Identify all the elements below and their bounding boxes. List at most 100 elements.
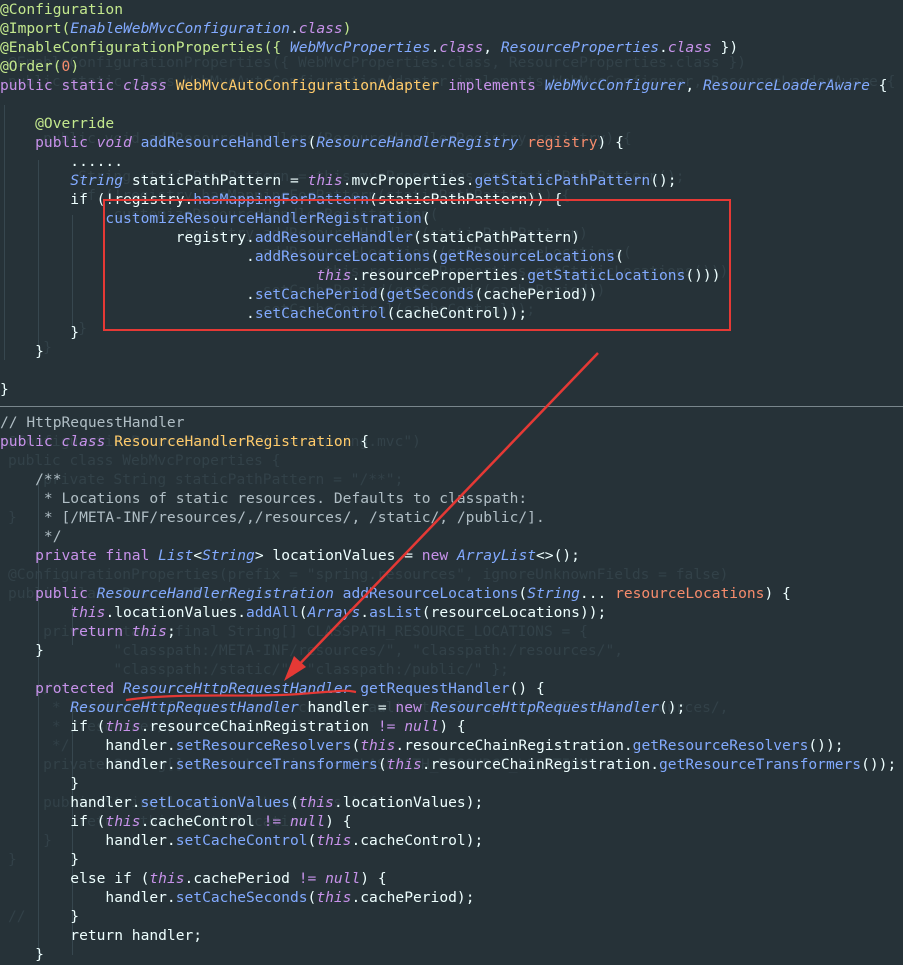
code-line[interactable]: } — [0, 342, 44, 361]
code-line[interactable]: @Import(EnableWebMvcConfiguration.class) — [0, 19, 351, 38]
code-token: this — [298, 794, 334, 811]
code-line[interactable]: handler.setResourceTransformers(this.res… — [0, 755, 896, 774]
code-token: public static — [0, 77, 124, 94]
code-token: ResourceLoaderAware — [702, 77, 879, 94]
code-token: new — [395, 699, 431, 716]
code-line[interactable]: } — [0, 945, 44, 964]
code-token: if ( — [0, 813, 106, 830]
code-token: return handler; — [0, 927, 203, 944]
code-line[interactable]: } — [0, 641, 44, 660]
code-token: null — [325, 870, 361, 887]
code-line[interactable]: if (this.cacheControl != null) { — [0, 812, 351, 831]
code-line[interactable]: ResourceHttpRequestHandler handler = new… — [0, 698, 685, 717]
code-token: ) { — [439, 718, 466, 735]
code-token: setResourceTransformers — [175, 756, 378, 773]
code-token: void — [96, 134, 141, 151]
code-line[interactable]: return this; — [0, 622, 175, 641]
code-token: List — [158, 547, 194, 564]
code-token: handler. — [0, 889, 176, 906]
code-token: registry — [527, 134, 598, 151]
code-token: } — [0, 908, 80, 925]
code-token: staticPathPattern = — [131, 172, 308, 189]
code-line[interactable]: protected ResourceHttpRequestHandler get… — [0, 679, 545, 698]
pane-divider — [0, 406, 903, 407]
code-line[interactable]: public static class WebMvcAutoConfigurat… — [0, 76, 887, 95]
code-token: .locationValues); — [333, 794, 484, 811]
code-token: ResourceHttpRequestHandler — [123, 680, 352, 697]
code-line[interactable]: ...... — [0, 152, 123, 171]
code-token: (resourceLocations)); — [421, 604, 607, 621]
code-token: return — [0, 623, 132, 640]
code-line[interactable]: * Locations of static resources. Default… — [0, 489, 527, 508]
code-token: EnableWebMvcConfiguration — [70, 20, 290, 37]
code-token: null — [404, 718, 440, 735]
code-token: } — [0, 851, 80, 868]
ghost-line: private String staticPathPattern = "/**"… — [8, 471, 404, 488]
code-line[interactable]: handler.setLocationValues(this.locationV… — [0, 793, 483, 812]
code-token: public — [0, 585, 97, 602]
code-line[interactable]: return handler; — [0, 926, 202, 945]
code-line[interactable]: this.locationValues.addAll(Arrays.asList… — [0, 603, 606, 622]
code-token: this — [360, 737, 396, 754]
code-token: ResourceHandlerRegistration — [96, 585, 343, 602]
code-line[interactable]: /** — [0, 470, 61, 489]
code-token: ()); — [861, 756, 897, 773]
code-line[interactable]: @Override — [0, 114, 114, 133]
code-line[interactable]: */ — [0, 527, 62, 546]
code-token: ) { — [325, 813, 352, 830]
code-token: (); — [659, 699, 686, 716]
code-line[interactable]: handler.setCacheControl(this.cacheContro… — [0, 831, 483, 850]
code-token: ( — [298, 604, 308, 621]
code-token: getResourceResolvers — [632, 737, 809, 754]
code-token: .cachePeriod — [184, 870, 299, 887]
code-token: { — [360, 433, 370, 450]
code-token: != — [377, 718, 405, 735]
code-line[interactable]: public ResourceHandlerRegistration addRe… — [0, 584, 791, 603]
code-token: String — [527, 585, 580, 602]
code-token: this — [386, 756, 422, 773]
ghost-line: @ConfigurationProperties(prefix = "sprin… — [8, 566, 729, 583]
code-token: ( — [518, 585, 528, 602]
code-line[interactable]: private final List<String> locationValue… — [0, 546, 580, 565]
code-line[interactable]: } — [0, 907, 79, 926]
code-token: this — [149, 870, 185, 887]
code-line[interactable]: * [/META-INF/resources/,/resources/, /st… — [0, 508, 545, 527]
code-line[interactable]: } — [0, 323, 79, 342]
code-line[interactable]: String staticPathPattern = this.mvcPrope… — [0, 171, 676, 190]
code-token: ArrayList — [456, 547, 537, 564]
code-token: ResourceHandlerRegistry — [316, 134, 528, 151]
ghost-line: "classpath:/static/", "classpath:/public… — [8, 661, 509, 678]
code-line[interactable]: } — [0, 380, 9, 399]
code-line[interactable]: if (this.resourceChainRegistration != nu… — [0, 717, 466, 736]
code-line[interactable]: @Configuration — [0, 0, 123, 19]
code-token: ()); — [808, 737, 844, 754]
code-token: > — [254, 547, 273, 564]
code-token: */ — [0, 528, 62, 545]
code-token: <>(); — [536, 547, 580, 564]
code-line[interactable]: @EnableConfigurationProperties({ WebMvcP… — [0, 38, 738, 57]
code-token: addResourceHandlers — [140, 134, 308, 151]
code-line[interactable]: // HttpRequestHandler — [0, 413, 185, 432]
code-token: .cacheControl); — [351, 832, 484, 849]
code-token: addAll — [246, 604, 299, 621]
code-line[interactable]: @Order(0) — [0, 57, 79, 76]
code-token: class — [61, 433, 115, 450]
code-line[interactable]: } — [0, 850, 79, 869]
code-line[interactable]: else if (this.cachePeriod != null) { — [0, 869, 386, 888]
code-line[interactable]: public class ResourceHandlerRegistration… — [0, 432, 369, 451]
code-token: getResourceTransformers — [659, 756, 862, 773]
code-line[interactable]: } — [0, 774, 79, 793]
code-token: } — [0, 642, 44, 659]
code-token: @Configuration — [0, 1, 124, 18]
code-line[interactable]: handler.setCacheSeconds(this.cachePeriod… — [0, 888, 474, 907]
code-token: setLocationValues — [140, 794, 290, 811]
highlight-box — [103, 199, 731, 331]
code-line[interactable]: public void addResourceHandlers(Resource… — [0, 133, 624, 152]
code-line[interactable]: handler.setResourceResolvers(this.resour… — [0, 736, 844, 755]
code-token: this — [316, 832, 352, 849]
code-token: locationValues = — [272, 547, 422, 564]
code-token: . — [659, 39, 668, 56]
code-token: handler. — [0, 794, 141, 811]
